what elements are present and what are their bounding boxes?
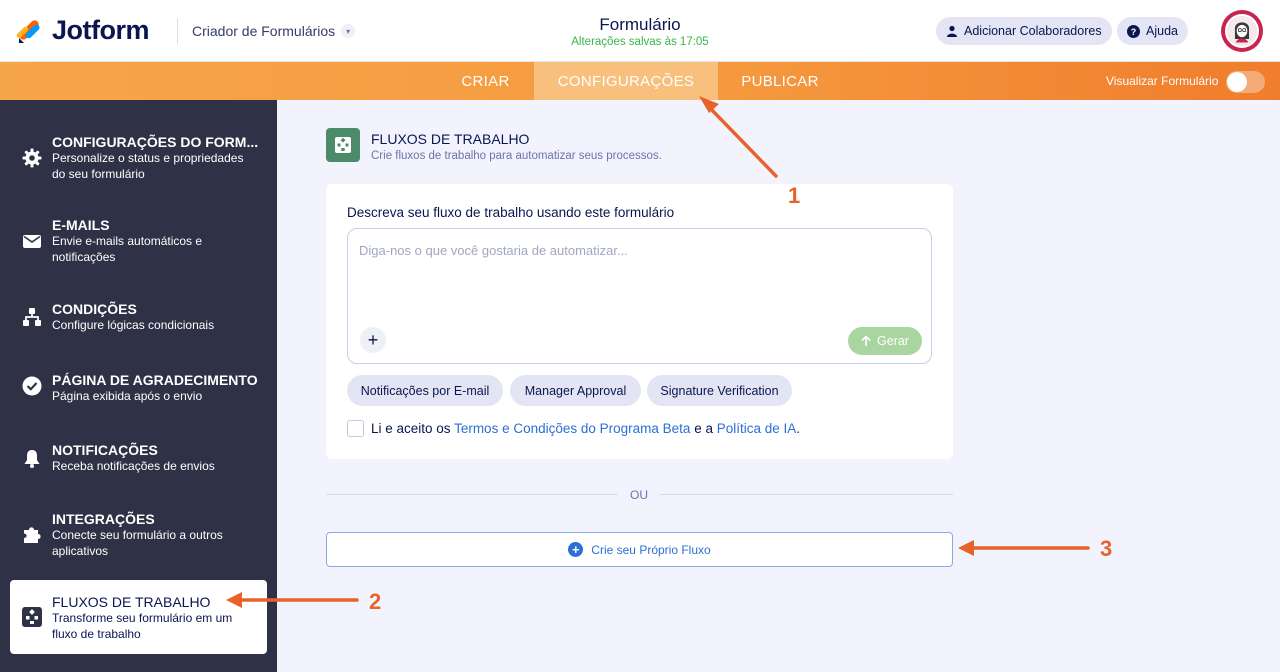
add-attachment-button[interactable]: + bbox=[360, 327, 386, 353]
suggestion-chip-email-notifications[interactable]: Notificações por E-mail bbox=[347, 375, 503, 406]
annotation-arrowhead-3 bbox=[958, 540, 974, 556]
terms-text: Li e aceito os Termos e Condições do Pro… bbox=[371, 421, 800, 436]
workflow-header-icon bbox=[326, 128, 360, 162]
page-subtitle: Crie fluxos de trabalho para automatizar… bbox=[371, 150, 662, 162]
suggestion-chip-signature-verification[interactable]: Signature Verification bbox=[647, 375, 792, 406]
tab-criar[interactable]: CRIAR bbox=[448, 62, 523, 100]
sidebar-item-title: NOTIFICAÇÕES bbox=[52, 442, 158, 458]
annotation-arrow-1 bbox=[706, 104, 778, 178]
bell-icon bbox=[24, 450, 40, 468]
sidebar-item-thank-you-page[interactable]: PÁGINA DE AGRADECIMENTO Página exibida a… bbox=[0, 371, 277, 407]
annotation-number-3: 3 bbox=[1100, 536, 1113, 561]
create-own-flow-label: Crie seu Próprio Fluxo bbox=[591, 542, 711, 557]
or-divider-left bbox=[326, 494, 618, 495]
help-label: Ajuda bbox=[1146, 24, 1178, 38]
sidebar-item-emails[interactable]: E-MAILS Envie e-mails automáticos e noti… bbox=[0, 216, 277, 266]
user-icon bbox=[947, 25, 957, 37]
envelope-icon bbox=[23, 235, 41, 248]
beta-terms-link[interactable]: Termos e Condições do Programa Beta bbox=[454, 421, 690, 436]
add-collaborators-label: Adicionar Colaboradores bbox=[964, 24, 1102, 38]
sidebar-item-desc: Página exibida após o envio bbox=[52, 389, 203, 403]
terms-mid: e a bbox=[690, 421, 717, 436]
sidebar-item-desc: Receba notificações de envios bbox=[52, 459, 215, 473]
tab-publicar[interactable]: PUBLICAR bbox=[728, 62, 832, 100]
preview-form-toggle[interactable] bbox=[1226, 71, 1265, 93]
ai-policy-link[interactable]: Política de IA bbox=[717, 421, 797, 436]
workflow-icon bbox=[335, 137, 351, 153]
input-placeholder: Diga-nos o que você gostaria de automati… bbox=[359, 243, 628, 258]
sidebar-item-title: FLUXOS DE TRABALHO bbox=[52, 594, 211, 610]
sidebar-item-desc: Personalize o status e propriedades do s… bbox=[52, 151, 244, 181]
workflow-icon bbox=[22, 607, 42, 627]
plus-circle-icon: + bbox=[568, 542, 584, 557]
annotation-number-1: 1 bbox=[788, 183, 801, 208]
hierarchy-icon bbox=[23, 308, 41, 326]
avatar-illustration bbox=[1225, 14, 1259, 48]
sidebar-item-desc: Configure lógicas condicionais bbox=[52, 318, 215, 332]
sidebar-item-desc: Transforme seu formulário em um fluxo de… bbox=[52, 611, 233, 641]
avatar[interactable] bbox=[1221, 10, 1263, 52]
sidebar-item-notifications[interactable]: NOTIFICAÇÕES Receba notificações de envi… bbox=[0, 441, 277, 477]
create-own-flow-button[interactable]: + Crie seu Próprio Fluxo bbox=[326, 532, 953, 567]
sidebar-item-title: CONDIÇÕES bbox=[52, 301, 137, 317]
svg-text:?: ? bbox=[1131, 27, 1137, 37]
sidebar-item-desc: Envie e-mails automáticos e notificações bbox=[52, 234, 203, 264]
puzzle-icon bbox=[24, 527, 41, 543]
tab-configuracoes[interactable]: CONFIGURAÇÕES bbox=[534, 62, 718, 100]
sidebar-item-title: CONFIGURAÇÕES DO FORM... bbox=[52, 134, 259, 150]
sidebar-item-workflows[interactable]: FLUXOS DE TRABALHO Transforme seu formul… bbox=[10, 580, 267, 654]
ai-workflow-card: Descreva seu fluxo de trabalho usando es… bbox=[326, 184, 953, 459]
sidebar-item-title: E-MAILS bbox=[52, 217, 110, 233]
generate-button[interactable]: Gerar bbox=[848, 327, 922, 355]
add-collaborators-button[interactable]: Adicionar Colaboradores bbox=[936, 17, 1112, 45]
toggle-knob bbox=[1227, 72, 1247, 92]
terms-checkbox[interactable] bbox=[347, 420, 364, 437]
page-title: FLUXOS DE TRABALHO bbox=[371, 131, 530, 147]
check-circle-icon bbox=[22, 376, 42, 396]
suggestion-chip-manager-approval[interactable]: Manager Approval bbox=[510, 375, 641, 406]
annotation-number-2: 2 bbox=[369, 589, 382, 614]
workflow-description-input[interactable]: Diga-nos o que você gostaria de automati… bbox=[347, 228, 932, 364]
sidebar-item-title: PÁGINA DE AGRADECIMENTO bbox=[52, 372, 258, 388]
workflow-description-label: Descreva seu fluxo de trabalho usando es… bbox=[347, 205, 675, 220]
or-divider-label: OU bbox=[630, 488, 648, 502]
terms-suffix: . bbox=[796, 421, 801, 436]
help-icon: ? bbox=[1127, 24, 1140, 38]
plus-icon: + bbox=[367, 329, 379, 350]
top-header: Jotform Criador de Formulários ▾ Formulá… bbox=[0, 0, 1280, 62]
generate-label: Gerar bbox=[877, 334, 909, 348]
gear-icon bbox=[22, 148, 42, 168]
preview-form-label: Visualizar Formulário bbox=[1106, 74, 1219, 88]
sidebar-item-title: INTEGRAÇÕES bbox=[52, 511, 155, 527]
sidebar-item-conditions[interactable]: CONDIÇÕES Configure lógicas condicionais bbox=[0, 300, 277, 336]
main-tabs-bar: CRIAR CONFIGURAÇÕES PUBLICAR Visualizar … bbox=[0, 62, 1280, 100]
help-button[interactable]: ? Ajuda bbox=[1117, 17, 1188, 45]
sidebar-item-desc: Conecte seu formulário a outros aplicati… bbox=[52, 528, 223, 558]
sidebar-item-form-settings[interactable]: CONFIGURAÇÕES DO FORM... Personalize o s… bbox=[0, 133, 277, 183]
or-divider-right bbox=[660, 494, 953, 495]
arrow-up-icon bbox=[861, 335, 871, 346]
terms-prefix: Li e aceito os bbox=[371, 421, 455, 436]
sidebar-item-integrations[interactable]: INTEGRAÇÕES Conecte seu formulário a out… bbox=[0, 510, 277, 560]
